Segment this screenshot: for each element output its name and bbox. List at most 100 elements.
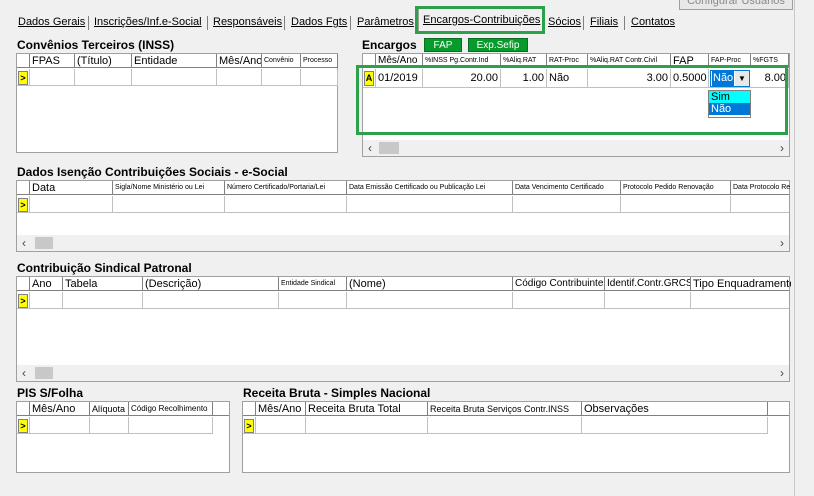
grid-header: FPAS (Título) Entidade Mês/Ano Convênio … (17, 54, 338, 68)
tab-parametros[interactable]: Parâmetros (353, 12, 418, 32)
table-cell[interactable] (75, 69, 132, 86)
table-cell[interactable] (63, 292, 143, 309)
table-cell[interactable] (513, 292, 605, 309)
horizontal-scrollbar[interactable]: ‹ › (17, 365, 789, 381)
table-cell[interactable] (113, 196, 225, 213)
table-row[interactable]: > (17, 196, 789, 213)
tab-separator (583, 16, 584, 30)
table-cell[interactable] (90, 417, 129, 434)
isencao-title: Dados Isenção Contribuições Sociais - e-… (17, 165, 288, 179)
column-header[interactable]: Sigla/Nome Ministério ou Lei (113, 181, 225, 195)
grid-header: Data Sigla/Nome Ministério ou Lei Número… (17, 181, 791, 195)
fap-button[interactable]: FAP (424, 38, 462, 52)
table-cell[interactable] (347, 292, 513, 309)
table-cell[interactable] (30, 196, 113, 213)
column-header[interactable]: Alíquota (90, 402, 129, 416)
tab-socios[interactable]: Sócios (544, 12, 585, 32)
column-header[interactable]: Tipo Enquadramente (691, 277, 791, 291)
table-cell[interactable] (30, 69, 75, 86)
horizontal-scrollbar[interactable]: ‹ › (363, 140, 789, 156)
scroll-left-icon[interactable]: ‹ (17, 235, 31, 251)
column-header[interactable]: Entidade (132, 54, 217, 68)
table-cell[interactable] (129, 417, 213, 434)
exp-sefip-button[interactable]: Exp.Sefip (468, 38, 528, 52)
column-header[interactable]: Convênio (262, 54, 301, 68)
tab-contatos[interactable]: Contatos (627, 12, 679, 32)
tab-separator (350, 16, 351, 30)
scroll-left-icon[interactable]: ‹ (17, 365, 31, 381)
column-header[interactable]: Data Vencimento Certificado (513, 181, 621, 195)
table-cell[interactable] (621, 196, 731, 213)
column-header[interactable]: Ano (30, 277, 63, 291)
table-cell[interactable] (225, 196, 347, 213)
scroll-left-icon[interactable]: ‹ (363, 140, 377, 156)
grid-header: Ano Tabela (Descrição) Entidade Sindical… (17, 277, 791, 291)
column-header[interactable]: Data Protocolo Re (731, 181, 791, 195)
column-header[interactable]: Receita Bruta Total (306, 402, 428, 416)
convenios-grid[interactable]: FPAS (Título) Entidade Mês/Ano Convênio … (16, 53, 338, 153)
column-header[interactable]: Código Recolhimento (129, 402, 213, 416)
column-header[interactable]: Mês/Ano (217, 54, 262, 68)
table-cell[interactable] (262, 69, 301, 86)
horizontal-scrollbar[interactable]: ‹ › (17, 235, 789, 251)
column-header[interactable]: (Nome) (347, 277, 513, 291)
column-header[interactable]: Processo (301, 54, 338, 68)
column-header[interactable]: Mês/Ano (30, 402, 90, 416)
table-cell[interactable] (513, 196, 621, 213)
table-cell[interactable] (347, 196, 513, 213)
tab-inscricoes[interactable]: Inscrições/Inf.e-Social (90, 12, 206, 32)
column-header[interactable]: Identif.Contr.GRCS (605, 277, 691, 291)
column-header[interactable]: Observações (582, 402, 768, 416)
sindical-grid[interactable]: Ano Tabela (Descrição) Entidade Sindical… (16, 276, 791, 382)
column-header[interactable]: Código Contribuinte (513, 277, 605, 291)
table-cell[interactable] (691, 292, 791, 309)
table-row[interactable]: > (243, 417, 768, 434)
pis-title: PIS S/Folha (17, 386, 84, 400)
column-header[interactable]: Número Certificado/Portaria/Lei (225, 181, 347, 195)
column-header[interactable]: Receita Bruta Serviços Contr.INSS (428, 402, 582, 416)
receita-title: Receita Bruta - Simples Nacional (243, 386, 431, 400)
table-cell[interactable] (279, 292, 347, 309)
table-cell[interactable] (731, 196, 791, 213)
active-tab-highlight (415, 6, 545, 34)
table-cell[interactable] (30, 417, 90, 434)
encargos-row-highlight (356, 65, 788, 135)
column-header[interactable]: Mês/Ano (256, 402, 306, 416)
pis-grid[interactable]: Mês/Ano Alíquota Código Recolhimento > (16, 401, 230, 473)
column-header[interactable]: Entidade Sindical (279, 277, 347, 291)
table-cell[interactable] (132, 69, 217, 86)
scroll-thumb[interactable] (35, 367, 53, 379)
receita-grid[interactable]: Mês/Ano Receita Bruta Total Receita Brut… (242, 401, 790, 473)
column-header[interactable]: (Descrição) (143, 277, 279, 291)
tab-dados-gerais[interactable]: Dados Gerais (14, 12, 89, 32)
tab-dados-fgts[interactable]: Dados Fgts (287, 12, 351, 32)
column-header[interactable]: Data Emissão Certificado ou Publicação L… (347, 181, 513, 195)
scroll-right-icon[interactable]: › (775, 235, 789, 251)
table-cell[interactable] (306, 417, 428, 434)
table-cell[interactable] (256, 417, 306, 434)
scroll-right-icon[interactable]: › (775, 365, 789, 381)
column-header[interactable]: Protocolo Pedido Renovação (621, 181, 731, 195)
table-cell[interactable] (605, 292, 691, 309)
tab-responsaveis[interactable]: Responsáveis (209, 12, 286, 32)
table-cell[interactable] (428, 417, 582, 434)
table-row[interactable]: > (17, 292, 789, 309)
table-row[interactable]: > (17, 417, 213, 434)
table-cell[interactable] (30, 292, 63, 309)
isencao-grid[interactable]: Data Sigla/Nome Ministério ou Lei Número… (16, 180, 790, 252)
table-cell[interactable] (217, 69, 262, 86)
column-header[interactable]: Tabela (63, 277, 143, 291)
scroll-thumb[interactable] (379, 142, 399, 154)
tab-filiais[interactable]: Filiais (586, 12, 622, 32)
table-cell[interactable] (143, 292, 279, 309)
configure-users-button[interactable]: Configurar Usuários (679, 0, 793, 10)
table-cell[interactable] (301, 69, 338, 86)
column-header[interactable]: FPAS (30, 54, 75, 68)
column-header[interactable]: Data (30, 181, 113, 195)
scroll-thumb[interactable] (35, 237, 53, 249)
table-cell[interactable] (582, 417, 768, 434)
table-row[interactable]: > (17, 69, 338, 86)
column-header[interactable]: (Título) (75, 54, 132, 68)
tab-separator (624, 16, 625, 30)
scroll-right-icon[interactable]: › (775, 140, 789, 156)
